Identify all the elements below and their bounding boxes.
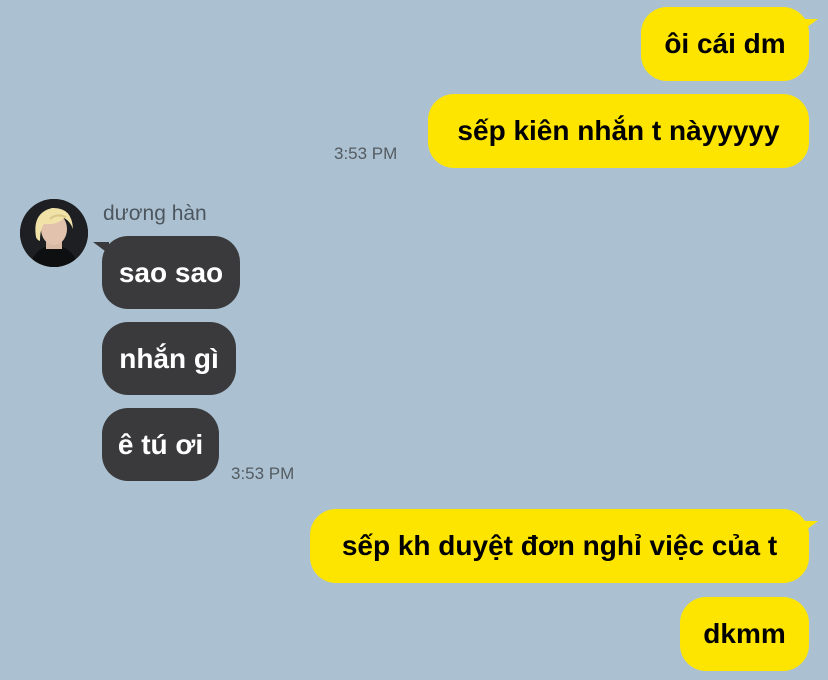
outgoing-message-bubble[interactable]: ôi cái dm — [641, 7, 818, 81]
outgoing-message-bubble[interactable]: dkmm — [680, 597, 809, 671]
message-text: ôi cái dm — [664, 28, 786, 59]
message-text: sao sao — [118, 256, 224, 288]
message-text: nhắn gì — [119, 342, 219, 374]
outgoing-message-bubble[interactable]: sếp kiên nhắn t nàyyyyy — [428, 94, 809, 168]
incoming-message-bubble[interactable]: nhắn gì — [102, 322, 236, 395]
incoming-message-bubble[interactable]: ê tú ơi — [102, 408, 219, 481]
message-timestamp: 3:53 PM — [334, 144, 398, 163]
message-timestamp: 3:53 PM — [231, 464, 295, 483]
blond-person-avatar-icon — [20, 199, 88, 267]
contact-avatar[interactable] — [20, 199, 88, 267]
contact-name: dương hàn — [103, 202, 207, 225]
message-text: ê tú ơi — [117, 428, 204, 460]
message-text: sếp kiên nhắn t nàyyyyy — [457, 115, 780, 146]
incoming-message-bubble[interactable]: sao sao — [93, 236, 240, 309]
message-text: dkmm — [703, 618, 786, 649]
message-text: sếp kh duyệt đơn nghỉ việc của t — [341, 530, 778, 561]
outgoing-message-bubble[interactable]: sếp kh duyệt đơn nghỉ việc của t — [310, 509, 818, 583]
